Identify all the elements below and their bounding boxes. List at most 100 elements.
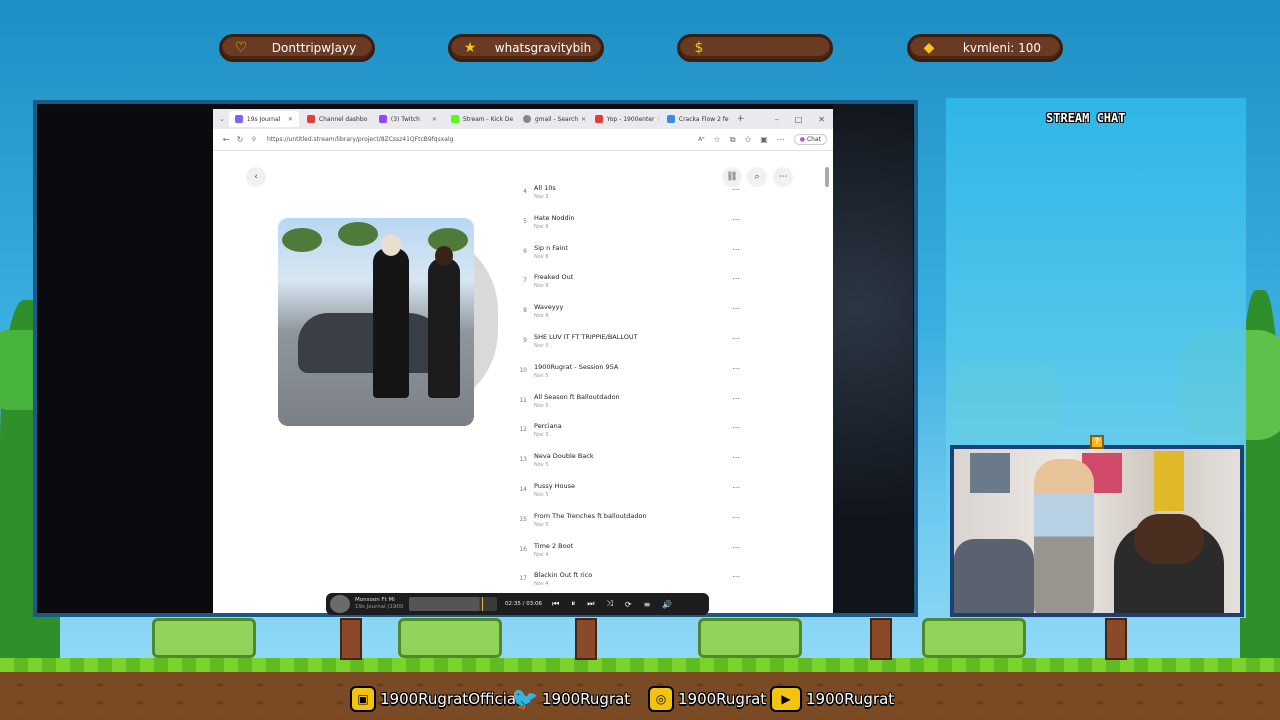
track-row[interactable]: 10 1900Rugrat - Session 95A Nov 5 ⋯ [513, 361, 753, 391]
track-row[interactable]: 12 Perciana Nov 5 ⋯ [513, 420, 753, 450]
tab-cracka-flow[interactable]: Cracka Flow 2 fe ✕ [661, 111, 731, 127]
tab-bar: ⌄ 19s Journal ✕ Channel dashbo ✕ (3) Twi… [213, 109, 833, 129]
track-row[interactable]: 14 Pussy House Nov 5 ⋯ [513, 480, 753, 510]
track-row[interactable]: 4 All 10s Nov 3 ⋯ [513, 182, 753, 212]
tab-19s-journal[interactable]: 19s Journal ✕ [228, 111, 299, 127]
tab-close-icon[interactable]: ✕ [654, 116, 658, 123]
track-row[interactable]: 7 Freaked Out Nov 6 ⋯ [513, 271, 753, 301]
person [428, 246, 460, 398]
more-menu-icon[interactable]: ⋯ [777, 135, 785, 144]
minimize-button[interactable]: – [775, 115, 779, 124]
track-number: 9 [523, 336, 527, 344]
track-title[interactable]: Pussy House [534, 482, 575, 490]
track-more-icon[interactable]: ⋯ [732, 394, 740, 403]
refresh-icon[interactable]: ↻ [233, 135, 247, 144]
favorites-icon[interactable]: ✩ [745, 135, 752, 144]
track-more-icon[interactable]: ⋯ [732, 304, 740, 313]
tab-close-icon[interactable]: ✕ [513, 116, 515, 123]
extensions-icon[interactable]: ⧉ [730, 135, 736, 145]
track-title[interactable]: Time 2 Boot [534, 542, 573, 550]
site-info-icon[interactable]: ⚲ [247, 136, 261, 143]
track-date: Nov 5 [534, 402, 549, 409]
twitch-icon: ▣ [350, 686, 376, 712]
maximize-button[interactable]: □ [795, 115, 803, 124]
scrollbar[interactable] [825, 167, 829, 187]
tab-channel-dashboard[interactable]: Channel dashbo ✕ [301, 111, 371, 127]
tab-close-icon[interactable]: ✕ [729, 116, 731, 123]
tab-close-icon[interactable]: ✕ [367, 116, 371, 123]
track-more-icon[interactable]: ⋯ [732, 215, 740, 224]
track-more-icon[interactable]: ⋯ [732, 483, 740, 492]
close-window-button[interactable]: ✕ [818, 115, 825, 124]
pause-icon[interactable]: ⏸ [571, 599, 575, 609]
tab-list-chevron-icon[interactable]: ⌄ [219, 115, 225, 123]
track-title[interactable]: All Season ft Balloutdadon [534, 393, 620, 401]
tab-youtube[interactable]: Yop - 1900enter ✕ [589, 111, 659, 127]
track-more-icon[interactable]: ⋯ [732, 423, 740, 432]
track-row[interactable]: 13 Neva Double Back Nov 5 ⋯ [513, 450, 753, 480]
track-row[interactable]: 16 Time 2 Boot Nov 4 ⋯ [513, 540, 753, 570]
track-more-icon[interactable]: ⋯ [732, 453, 740, 462]
track-date: Nov 5 [534, 342, 549, 349]
tab-close-icon[interactable]: ✕ [285, 116, 293, 123]
copilot-chat-button[interactable]: ● Chat [793, 134, 827, 145]
track-row[interactable]: 6 Sip n Faint Nov 6 ⋯ [513, 242, 753, 272]
read-aloud-icon[interactable]: Aᵃ [698, 136, 704, 143]
track-row[interactable]: 8 Waveyyy Nov 6 ⋯ [513, 301, 753, 331]
track-more-icon[interactable]: ⋯ [732, 245, 740, 254]
repeat-icon[interactable]: ⟳ [625, 600, 632, 609]
album-cover [278, 218, 474, 426]
track-title[interactable]: Sip n Faint [534, 244, 568, 252]
more-options-button[interactable]: ⋯ [773, 167, 793, 187]
track-date: Nov 5 [534, 432, 549, 439]
track-more-icon[interactable]: ⋯ [732, 543, 740, 552]
track-title[interactable]: Hate Noddin [534, 214, 575, 222]
tab-label: Channel dashbo [318, 115, 368, 123]
track-title[interactable]: 1900Rugrat - Session 95A [534, 363, 618, 371]
track-title[interactable]: From The Trenches ft balloutdadon [534, 512, 647, 520]
track-title[interactable]: Blackin Out ft rico [534, 571, 592, 579]
favorite-star-icon[interactable]: ☆ [714, 135, 721, 144]
tab-close-icon[interactable]: ✕ [578, 116, 586, 123]
badge-top-follower: ♡ DonttripwJayy [219, 34, 375, 62]
track-more-icon[interactable]: ⋯ [732, 364, 740, 373]
queue-icon[interactable]: ≡ [644, 600, 651, 609]
tab-twitch[interactable]: (3) Twitch ✕ [373, 111, 443, 127]
tab-close-icon[interactable]: ✕ [429, 116, 437, 123]
social-handle: 1900Rugrat [678, 690, 767, 708]
track-title[interactable]: All 10s [534, 184, 556, 192]
back-button[interactable]: ‹ [246, 167, 266, 187]
social-youtube: ▶ 1900Rugrat [770, 684, 894, 714]
link-icon: ⛓ [726, 172, 738, 182]
new-tab-button[interactable]: + [737, 114, 745, 124]
track-row[interactable]: 15 From The Trenches ft balloutdadon Nov 5… [513, 510, 753, 540]
track-title[interactable]: SHE LUV IT FT TRIPPIE/BALLOUT [534, 333, 638, 341]
track-row[interactable]: 9 SHE LUV IT FT TRIPPIE/BALLOUT Nov 5 ⋯ [513, 331, 753, 361]
playhead[interactable] [482, 597, 484, 611]
shuffle-icon[interactable]: ⤨ [606, 599, 612, 609]
volume-icon[interactable]: 🔊 [662, 600, 672, 609]
player-waveform[interactable] [409, 597, 497, 611]
track-title[interactable]: Perciana [534, 422, 562, 430]
track-date: Nov 3 [534, 194, 549, 200]
track-title[interactable]: Freaked Out [534, 273, 573, 281]
track-more-icon[interactable]: ⋯ [732, 274, 740, 283]
track-more-icon[interactable]: ⋯ [732, 185, 740, 194]
url-field[interactable]: https://untitled.stream/library/project/… [267, 136, 698, 143]
track-list: 4 All 10s Nov 3 ⋯ 5 Hate Noddin Nov 6 ⋯ 6 Sip n F… [513, 182, 753, 599]
track-more-icon[interactable]: ⋯ [732, 513, 740, 522]
previous-icon[interactable]: ⏮ [552, 599, 559, 609]
track-row[interactable]: 11 All Season ft Balloutdadon Nov 5 ⋯ [513, 391, 753, 421]
track-more-icon[interactable]: ⋯ [732, 572, 740, 581]
next-icon[interactable]: ⏭ [587, 599, 594, 609]
track-row[interactable]: 5 Hate Noddin Nov 6 ⋯ [513, 212, 753, 242]
collections-icon[interactable]: ▣ [760, 135, 768, 144]
track-title[interactable]: Neva Double Back [534, 452, 594, 460]
track-title[interactable]: Waveyyy [534, 303, 563, 311]
back-arrow-icon[interactable]: ← [219, 135, 233, 144]
tab-favicon-icon [234, 115, 243, 123]
tab-kick-stream[interactable]: Stream - Kick De ✕ [445, 111, 515, 127]
track-date: Nov 5 [534, 462, 549, 469]
tab-gmail-search[interactable]: gmail - Search ✕ [517, 111, 587, 127]
track-more-icon[interactable]: ⋯ [732, 334, 740, 343]
